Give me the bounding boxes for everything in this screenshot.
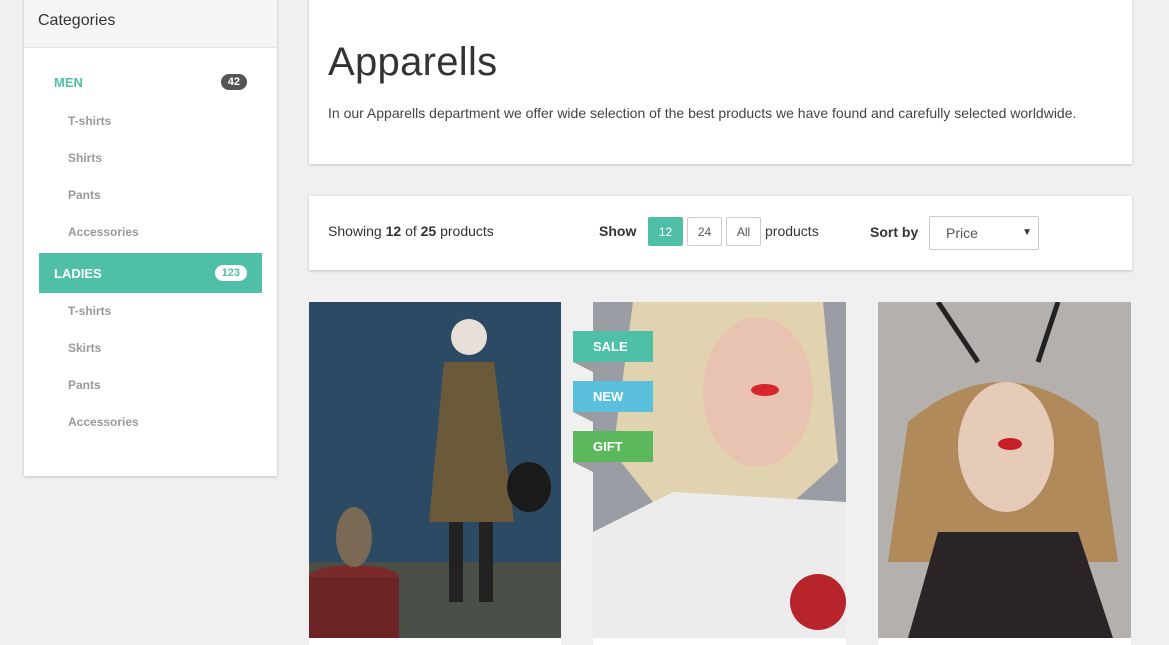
chevron-down-icon: ▼	[1022, 227, 1032, 238]
products-toolbar: Showing 12 of 25 products Show 12 24 All…	[309, 196, 1132, 270]
showing-count: 12	[385, 223, 402, 239]
subcategory-men-tshirts[interactable]: T-shirts	[68, 114, 111, 128]
subcategory-men-accessories[interactable]: Accessories	[68, 225, 139, 239]
category-ladies-label: LADIES	[54, 265, 102, 281]
page-description: In our Apparells department we offer wid…	[328, 105, 1077, 121]
category-men-label: MEN	[54, 74, 83, 90]
sort-select-value: Price	[946, 225, 978, 241]
sort-label: Sort by	[870, 224, 919, 240]
subcategory-men-shirts[interactable]: Shirts	[68, 151, 102, 165]
sale-ribbon: SALE	[573, 331, 653, 372]
subcategory-ladies-skirts[interactable]: Skirts	[68, 341, 101, 355]
page-size-24-button[interactable]: 24	[687, 217, 722, 246]
category-ladies[interactable]: LADIES 123	[39, 253, 262, 293]
product-card[interactable]	[878, 302, 1131, 645]
subcategory-ladies-pants[interactable]: Pants	[68, 378, 101, 392]
category-header: Apparells In our Apparells department we…	[309, 0, 1132, 164]
showing-total: 25	[420, 223, 437, 239]
new-ribbon: NEW	[573, 381, 653, 422]
showing-count-text: Showing 12 of 25 products	[328, 223, 494, 239]
page-size-all-button[interactable]: All	[726, 217, 761, 246]
product-image[interactable]	[878, 302, 1131, 638]
products-label: products	[765, 223, 819, 239]
category-sidebar: Categories MEN 42 T-shirts Shirts Pants …	[24, 0, 277, 476]
page-size-12-button[interactable]: 12	[648, 217, 683, 246]
category-men[interactable]: MEN 42	[39, 62, 262, 102]
show-label: Show	[599, 223, 637, 239]
category-men-count-badge: 42	[220, 74, 247, 90]
showing-prefix: Showing	[328, 223, 382, 239]
page-title: Apparells	[328, 40, 498, 84]
subcategory-men-pants[interactable]: Pants	[68, 188, 101, 202]
category-ladies-count-badge: 123	[214, 265, 247, 281]
gift-ribbon: GIFT	[573, 431, 653, 472]
product-image[interactable]	[309, 302, 561, 638]
subcategory-ladies-accessories[interactable]: Accessories	[68, 415, 139, 429]
showing-suffix: products	[440, 223, 494, 239]
product-card[interactable]	[309, 302, 561, 645]
showing-of: of	[405, 223, 417, 239]
subcategory-ladies-tshirts[interactable]: T-shirts	[68, 304, 111, 318]
sort-select[interactable]: Price ▼	[929, 216, 1039, 250]
sidebar-title: Categories	[24, 0, 277, 48]
